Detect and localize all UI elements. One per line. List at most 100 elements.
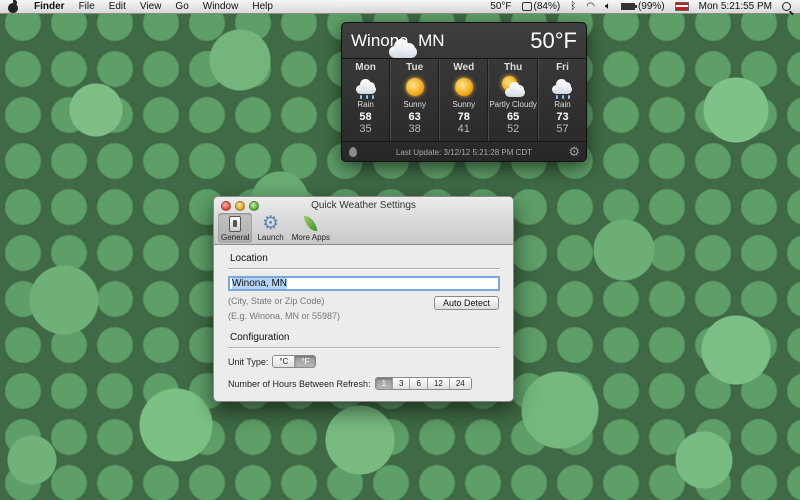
menubar-battery[interactable]: (99%) [616,1,670,12]
sun-icon [391,74,438,100]
location-hint-row: (City, State or Zip Code) (E.g. Winona, … [228,294,500,324]
preferences-toolbar: General ⚙ Launch More Apps [218,213,333,243]
switch-icon [229,215,242,232]
day-name: Fri [556,62,569,73]
refresh-label: Number of Hours Between Refresh: [228,378,371,389]
forecast-day: Mon Rain 58 35 [342,59,391,141]
menu-window[interactable]: Window [196,1,246,12]
refresh-24[interactable]: 24 [448,378,471,389]
refresh-6[interactable]: 6 [409,378,427,389]
drop-icon[interactable] [349,147,357,157]
location-hint-format: (City, State or Zip Code) [228,296,325,306]
volume-icon[interactable]: 🔈︎ [600,1,616,12]
battery-percent: (99%) [637,1,665,12]
menu-help[interactable]: Help [245,1,280,12]
section-divider [228,268,500,269]
menu-file[interactable]: File [72,1,102,12]
day-high: 73 [556,111,569,123]
forecast-day: Thu Partly Cloudy 65 52 [488,59,538,141]
weather-widget: Winona, MN 50°F Mon Rain 58 35 Tue Sunny… [341,22,587,162]
gear-icon: ⚙ [262,213,280,234]
menubar-device-battery[interactable]: (84%) [517,1,566,12]
unit-type-label: Unit Type: [228,356,269,367]
unit-type-segmented-control: °C °F [272,355,317,368]
rain-icon [539,74,586,100]
menu-view[interactable]: View [133,1,169,12]
settings-content: Location Winona, MN (City, State or Zip … [214,245,513,390]
day-name: Mon [355,62,376,73]
day-condition: Sunny [403,100,426,109]
current-temp: 50°F [530,28,577,53]
title-bar: Quick Weather Settings General ⚙ Launch … [214,197,513,245]
refresh-12[interactable]: 12 [426,378,449,389]
forecast-day: Tue Sunny 63 38 [390,59,440,141]
day-condition: Partly Cloudy [489,100,537,109]
auto-detect-button[interactable]: Auto Detect [433,296,499,310]
forecast-day: Fri Rain 73 57 [537,59,586,141]
gear-icon[interactable]: ⚙ [568,145,580,158]
sun-icon [440,74,487,100]
menubar-clock[interactable]: Mon 5:21:55 PM [694,1,777,12]
refresh-row: Number of Hours Between Refresh: 1 3 6 1… [228,377,500,390]
day-high: 63 [408,111,421,123]
unit-fahrenheit[interactable]: °F [294,356,316,367]
weather-header: Winona, MN 50°F [342,23,586,58]
last-update: Last Update: 3/12/12 5:21:28 PM CDT [395,147,533,157]
wifi-icon[interactable]: ◠ [581,1,600,12]
day-condition: Rain [357,100,374,109]
location-hints: (City, State or Zip Code) (E.g. Winona, … [228,294,340,324]
partly-cloudy-icon [489,74,537,100]
day-low: 41 [457,123,470,135]
battery-icon [620,3,637,10]
day-high: 58 [359,111,372,123]
menu-bar: Finder File Edit View Go Window Help 50°… [0,0,800,14]
location-input-value: Winona, MN [232,278,288,289]
tab-more-apps[interactable]: More Apps [289,213,333,243]
day-name: Wed [453,62,475,73]
menu-go[interactable]: Go [168,1,195,12]
day-name: Thu [503,62,523,73]
input-flag-icon[interactable] [670,2,694,11]
leaf-icon [303,214,318,233]
day-high: 78 [457,111,470,123]
day-low: 38 [408,123,421,135]
device-battery-percent: (84%) [533,1,561,12]
day-condition: Sunny [452,100,476,109]
rain-icon [342,74,389,100]
menu-edit[interactable]: Edit [102,1,133,12]
location-section-label: Location [230,253,268,264]
tab-launch[interactable]: ⚙ Launch [254,213,286,243]
weather-footer: Last Update: 3/12/12 5:21:28 PM CDT ⚙ [342,142,586,161]
refresh-3[interactable]: 3 [392,378,410,389]
day-high: 65 [506,111,520,123]
day-low: 57 [556,123,569,135]
tab-launch-label: Launch [257,233,284,242]
bluetooth-icon[interactable]: ᛒ [565,1,581,12]
unit-celsius[interactable]: °C [273,356,295,367]
refresh-segmented-control: 1 3 6 12 24 [374,377,472,390]
day-condition: Rain [554,100,571,109]
tab-general[interactable]: General [218,213,253,243]
current-cloud-icon [387,38,419,58]
forecast-day: Wed Sunny 78 41 [439,59,489,141]
refresh-1[interactable]: 1 [375,378,393,389]
day-low: 35 [359,123,372,135]
apple-menu-icon[interactable] [7,0,19,13]
forecast-row: Mon Rain 58 35 Tue Sunny 63 38 Wed Sunny… [342,58,586,142]
section-divider [228,347,500,348]
day-low: 52 [506,123,520,135]
day-name: Tue [406,62,424,73]
configuration-section-label: Configuration [230,332,290,343]
menu-finder[interactable]: Finder [27,1,72,12]
window-title: Quick Weather Settings [311,200,416,211]
location-hint-example: (E.g. Winona, MN or 55987) [228,311,341,321]
location-input[interactable]: Winona, MN [228,276,500,291]
unit-type-row: Unit Type: °C °F [228,355,500,368]
menubar-weather-temp[interactable]: 50°F [485,1,516,12]
tab-general-label: General [221,233,250,242]
tab-more-apps-label: More Apps [291,233,330,242]
menu-extras: 50°F (84%) ᛒ ◠ 🔈︎ (99%) Mon 5:21:55 PM [485,0,800,14]
spotlight-search-icon[interactable] [777,2,800,11]
settings-window: Quick Weather Settings General ⚙ Launch … [213,196,514,402]
device-icon [521,2,532,11]
